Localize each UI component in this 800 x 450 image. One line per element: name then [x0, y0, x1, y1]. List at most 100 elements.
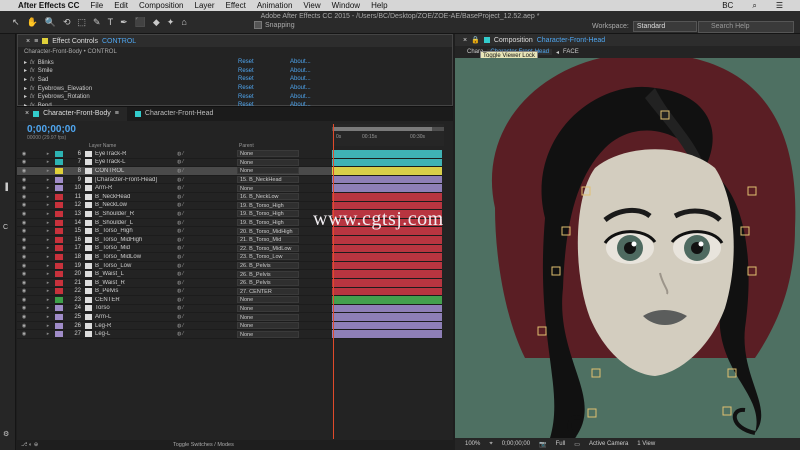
hand-tool-icon[interactable]: ✋ [27, 17, 38, 28]
layer-name[interactable]: B_Shoulder_L [95, 220, 177, 226]
parent-dropdown[interactable]: 19. B_Torso_High [237, 210, 299, 218]
twirl-icon[interactable]: ▸ [41, 305, 55, 311]
parent-dropdown[interactable]: None [237, 150, 299, 158]
parent-dropdown[interactable]: None [237, 322, 299, 330]
layer-switches[interactable]: ◍ ⁄ [177, 314, 237, 320]
parent-dropdown[interactable]: 26. B_Pelvis [237, 270, 299, 278]
label-color-swatch[interactable] [55, 202, 63, 209]
parent-dropdown[interactable]: None [237, 184, 299, 192]
layer-row[interactable]: ◉ ▸ 23 CENTER ◍ ⁄ None [17, 296, 347, 305]
panel-settings-icon[interactable]: ⚙ [3, 430, 9, 438]
layer-row[interactable]: ◉ ▸ 9 [Character-Front-Head] ◍ ⁄ 15. B_NeckHe… [17, 176, 347, 185]
layer-row[interactable]: ◉ ▸ 21 B_Waist_R ◍ ⁄ 26. B_Pelvis [17, 279, 347, 288]
user-initials[interactable]: BC [722, 0, 733, 11]
label-color-swatch[interactable] [55, 331, 63, 338]
menu-window[interactable]: Window [332, 0, 360, 11]
parent-dropdown[interactable]: 27. CENTER [237, 287, 299, 295]
layer-row[interactable]: ◉ ▸ 27 Leg-L ◍ ⁄ None [17, 330, 347, 340]
layer-duration-bar[interactable] [332, 167, 442, 176]
tab-character-front-head[interactable]: Character-Front-Head [127, 107, 221, 121]
eye-icon[interactable]: ◉ [17, 177, 31, 183]
composition-name[interactable]: Character-Front-Head [537, 37, 605, 44]
parent-header[interactable]: Parent [239, 143, 254, 149]
label-color-swatch[interactable] [55, 253, 63, 260]
layer-switches[interactable]: ◍ ⁄ [177, 288, 237, 294]
reset-link[interactable]: Reset [238, 76, 290, 82]
tab-character-front-body[interactable]: × Character-Front-Body ≡ [17, 107, 127, 121]
disclosure-triangle-icon[interactable]: ▸ [24, 94, 27, 100]
reset-link[interactable]: Reset [238, 85, 290, 91]
reset-link[interactable]: Reset [238, 59, 290, 65]
twirl-icon[interactable]: ▸ [41, 159, 55, 165]
layer-switches[interactable]: ◍ ⁄ [177, 323, 237, 329]
layer-duration-bar[interactable] [332, 244, 442, 254]
layer-row[interactable]: ◉ ▸ 7 EyeTrack-L ◍ ⁄ None [17, 158, 347, 168]
layer-name[interactable]: B_Torso_Low [95, 263, 177, 269]
label-color-swatch[interactable] [55, 271, 63, 278]
eye-icon[interactable]: ◉ [17, 271, 31, 277]
layer-row[interactable]: ◉ ▸ 15 B_Torso_High ◍ ⁄ 20. B_Torso_MidHigh [17, 227, 347, 236]
twirl-icon[interactable]: ▸ [41, 323, 55, 329]
label-color-swatch[interactable] [55, 262, 63, 269]
fx-icon[interactable]: fx [30, 94, 35, 100]
layer-switches[interactable]: ◍ ⁄ [177, 280, 237, 286]
layer-name[interactable]: B_Torso_MidLow [95, 254, 177, 260]
effect-row[interactable]: ▸ fx Eyebrows_Elevation Reset About... [18, 84, 452, 93]
effect-name[interactable]: ▸ fx Smile [18, 67, 238, 74]
menu-edit[interactable]: Edit [114, 0, 128, 11]
parent-dropdown[interactable]: None [237, 296, 299, 304]
viewer-footer-control[interactable]: 0;00;00;00 [502, 441, 530, 447]
eye-icon[interactable]: ◉ [17, 159, 31, 165]
layer-duration-bar[interactable] [332, 253, 442, 262]
label-color-swatch[interactable] [55, 236, 63, 243]
twirl-icon[interactable]: ▸ [41, 228, 55, 234]
eye-icon[interactable]: ◉ [17, 194, 31, 200]
label-color-swatch[interactable] [55, 210, 63, 217]
menu-layer[interactable]: Layer [195, 0, 215, 11]
layer-row[interactable]: ◉ ▸ 11 B_NeckHead ◍ ⁄ 16. B_NeckLow [17, 193, 347, 202]
layer-duration-bar[interactable] [332, 235, 442, 245]
parent-dropdown[interactable]: 22. B_Torso_MidLow [237, 244, 299, 252]
layer-switches[interactable]: ◍ ⁄ [177, 211, 237, 217]
parent-dropdown[interactable]: None [237, 330, 299, 338]
layer-row[interactable]: ◉ ▸ 8 CONTROL ◍ ⁄ None [17, 167, 347, 176]
twirl-icon[interactable]: ▸ [41, 237, 55, 243]
effect-name[interactable]: ▸ fx Blinks [18, 59, 238, 66]
disclosure-triangle-icon[interactable]: ▸ [24, 77, 27, 83]
effect-row[interactable]: ▸ fx Sad Reset About... [18, 75, 452, 84]
twirl-icon[interactable]: ▸ [41, 297, 55, 303]
eye-icon[interactable]: ◉ [17, 305, 31, 311]
layer-duration-bar[interactable] [332, 261, 442, 271]
twirl-icon[interactable]: ▸ [41, 271, 55, 277]
layer-name[interactable]: Torso [95, 305, 177, 311]
layer-duration-bar[interactable] [332, 270, 442, 279]
fx-icon[interactable]: fx [30, 77, 35, 83]
parent-dropdown[interactable]: 26. B_Pelvis [237, 262, 299, 270]
menu-view[interactable]: View [303, 0, 320, 11]
twirl-icon[interactable]: ▸ [41, 177, 55, 183]
parent-dropdown[interactable]: None [237, 167, 299, 175]
viewer-footer-control[interactable]: Active Camera [589, 441, 628, 447]
layer-duration-bar[interactable] [332, 278, 442, 288]
composition-title[interactable]: Composition [494, 37, 533, 44]
label-color-swatch[interactable] [55, 314, 63, 321]
playhead[interactable] [333, 124, 334, 439]
twirl-icon[interactable]: ▸ [41, 314, 55, 320]
toggle-switches-modes[interactable]: Toggle Switches / Modes [173, 440, 234, 450]
parent-dropdown[interactable]: 20. B_Torso_MidHigh [237, 227, 299, 235]
disclosure-triangle-icon[interactable]: ▸ [24, 68, 27, 74]
effect-controls-title[interactable]: Effect Controls [52, 38, 98, 45]
layer-row[interactable]: ◉ ▸ 24 Torso ◍ ⁄ None [17, 304, 347, 314]
about-link[interactable]: About... [290, 76, 311, 82]
effect-name[interactable]: ▸ fx Eyebrows_Elevation [18, 85, 238, 92]
parent-dropdown[interactable]: 21. B_Torso_Mid [237, 236, 299, 244]
layer-name[interactable]: [Character-Front-Head] [95, 177, 177, 183]
menu-effect[interactable]: Effect [226, 0, 246, 11]
label-color-swatch[interactable] [55, 322, 63, 329]
layer-switches[interactable]: ◍ ⁄ [177, 168, 237, 174]
layer-duration-bar[interactable] [332, 184, 442, 193]
layer-duration-bar[interactable] [332, 175, 442, 185]
layer-row[interactable]: ◉ ▸ 19 B_Torso_Low ◍ ⁄ 26. B_Pelvis [17, 262, 347, 271]
layer-switches[interactable]: ◍ ⁄ [177, 228, 237, 234]
eye-icon[interactable]: ◉ [17, 245, 31, 251]
